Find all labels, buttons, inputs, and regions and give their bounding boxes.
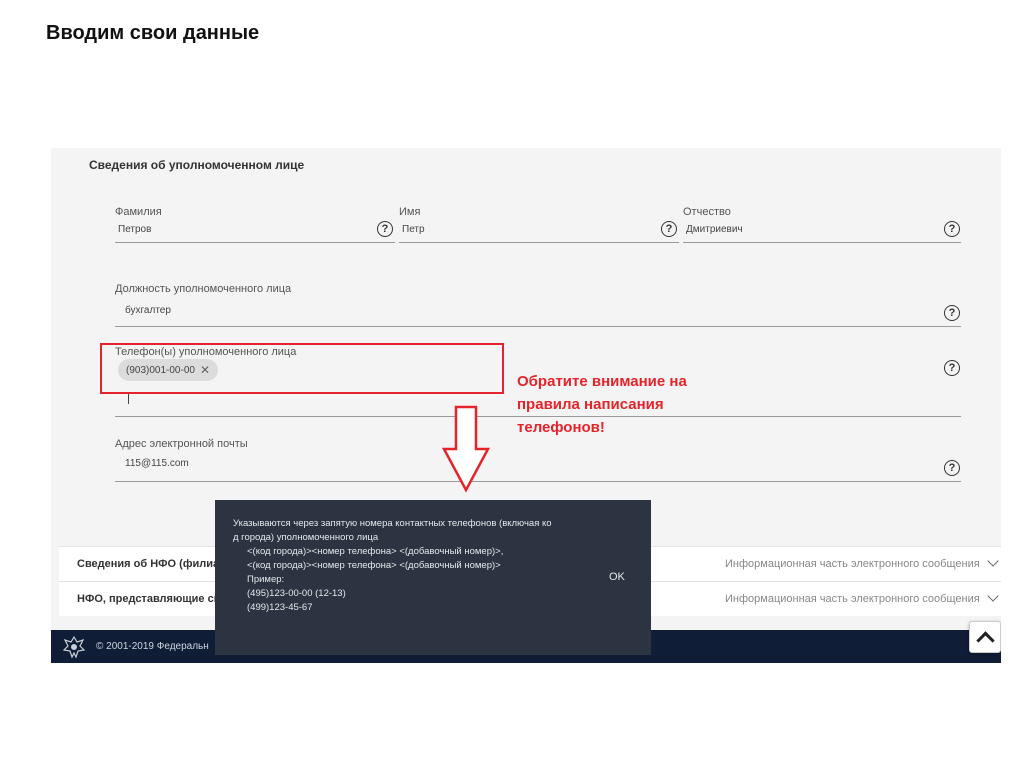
last-name-field[interactable]: Фамилия Петров xyxy=(115,206,395,244)
email-input[interactable]: 115@115.com xyxy=(115,458,961,469)
annotation-callout: Обратите внимание на правила написания т… xyxy=(517,370,687,439)
scroll-top-icon[interactable] xyxy=(969,621,1001,653)
slide-title: Вводим свои данные xyxy=(46,22,260,44)
help-icon[interactable]: ? xyxy=(377,221,393,237)
accordion-title: НФО, представляющие све xyxy=(77,593,227,605)
first-name-input[interactable]: Петр xyxy=(399,224,679,235)
help-icon[interactable]: ? xyxy=(944,305,960,321)
accordion-subtitle: Информационная часть электронного сообще… xyxy=(725,593,980,605)
footer-copyright: © 2001-2019 Федеральн xyxy=(96,641,209,652)
help-icon[interactable]: ? xyxy=(944,221,960,237)
first-name-label: Имя xyxy=(399,206,421,218)
emblem-icon xyxy=(62,635,86,659)
position-field[interactable]: Должность уполномоченного лица бухгалтер xyxy=(115,283,961,327)
accordion-title: Сведения об НФО (филиал xyxy=(77,558,227,570)
help-icon[interactable]: ? xyxy=(661,221,677,237)
phone-help-tooltip: Указываются через запятую номера контакт… xyxy=(215,500,651,655)
callout-line: Обратите внимание на xyxy=(517,373,687,390)
first-name-field[interactable]: Имя Петр xyxy=(399,206,679,244)
section-title: Сведения об уполномоченном лице xyxy=(89,158,305,172)
tooltip-line: <(код города)><номер телефона> <(добавоч… xyxy=(247,560,501,571)
highlight-box xyxy=(100,343,504,394)
chevron-down-icon[interactable] xyxy=(987,590,999,602)
chevron-down-icon[interactable] xyxy=(987,555,999,567)
last-name-input[interactable]: Петров xyxy=(115,224,395,235)
tooltip-line: (495)123-00-00 (12-13) xyxy=(247,588,346,599)
position-label: Должность уполномоченного лица xyxy=(115,283,292,295)
callout-line: правила написания xyxy=(517,396,664,413)
callout-line: телефонов! xyxy=(517,419,605,436)
patronymic-label: Отчество xyxy=(683,206,731,218)
help-icon[interactable]: ? xyxy=(944,460,960,476)
patronymic-input[interactable]: Дмитриевич xyxy=(683,224,961,235)
patronymic-field[interactable]: Отчество Дмитриевич xyxy=(683,206,961,244)
position-input[interactable]: бухгалтер xyxy=(115,305,961,316)
last-name-label: Фамилия xyxy=(115,206,162,218)
tooltip-line: Указываются через запятую номера контакт… xyxy=(233,518,552,529)
accordion-subtitle: Информационная часть электронного сообще… xyxy=(725,558,980,570)
tooltip-line: (499)123-45-67 xyxy=(247,602,313,613)
tooltip-ok-button[interactable]: OK xyxy=(609,571,625,583)
email-label: Адрес электронной почты xyxy=(115,438,248,450)
tooltip-line: д города) уполномоченного лица xyxy=(233,532,379,543)
down-arrow-icon xyxy=(441,405,491,493)
help-icon[interactable]: ? xyxy=(944,360,960,376)
tooltip-line: <(код города)><номер телефона> <(добавоч… xyxy=(247,546,504,557)
tooltip-line: Пример: xyxy=(247,574,285,585)
email-field[interactable]: Адрес электронной почты 115@115.com xyxy=(115,438,961,482)
